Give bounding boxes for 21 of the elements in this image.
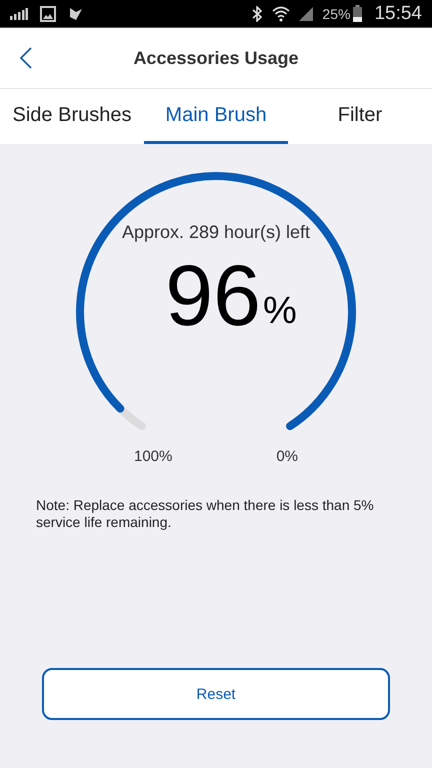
page-title: Accessories Usage xyxy=(133,48,299,68)
percent-value: 96 xyxy=(165,253,261,339)
clock: 15:54 xyxy=(374,2,422,24)
wifi-icon xyxy=(272,6,290,22)
tab[interactable]: Filter xyxy=(288,89,432,144)
signal-bars-icon xyxy=(10,8,28,20)
battery-icon xyxy=(353,5,362,22)
bluetooth-icon xyxy=(250,6,264,22)
cell-signal-icon xyxy=(298,6,314,22)
time-remaining: Approx. 289 hour(s) left xyxy=(122,222,310,243)
end-label: 0% xyxy=(276,448,298,465)
image-icon xyxy=(40,6,56,22)
back-button[interactable] xyxy=(20,47,32,69)
percent-unit: % xyxy=(262,289,297,333)
note-text: Note: Replace accessories when there is less than 5% service life remaining. xyxy=(36,497,375,531)
back-icon xyxy=(20,47,32,69)
start-label: 100% xyxy=(134,448,172,465)
battery-percent: 25% xyxy=(322,6,350,22)
tab[interactable]: Side Brushes xyxy=(0,89,144,144)
tab[interactable]: Main Brush xyxy=(144,89,288,144)
reset-button[interactable]: Reset xyxy=(42,668,390,720)
